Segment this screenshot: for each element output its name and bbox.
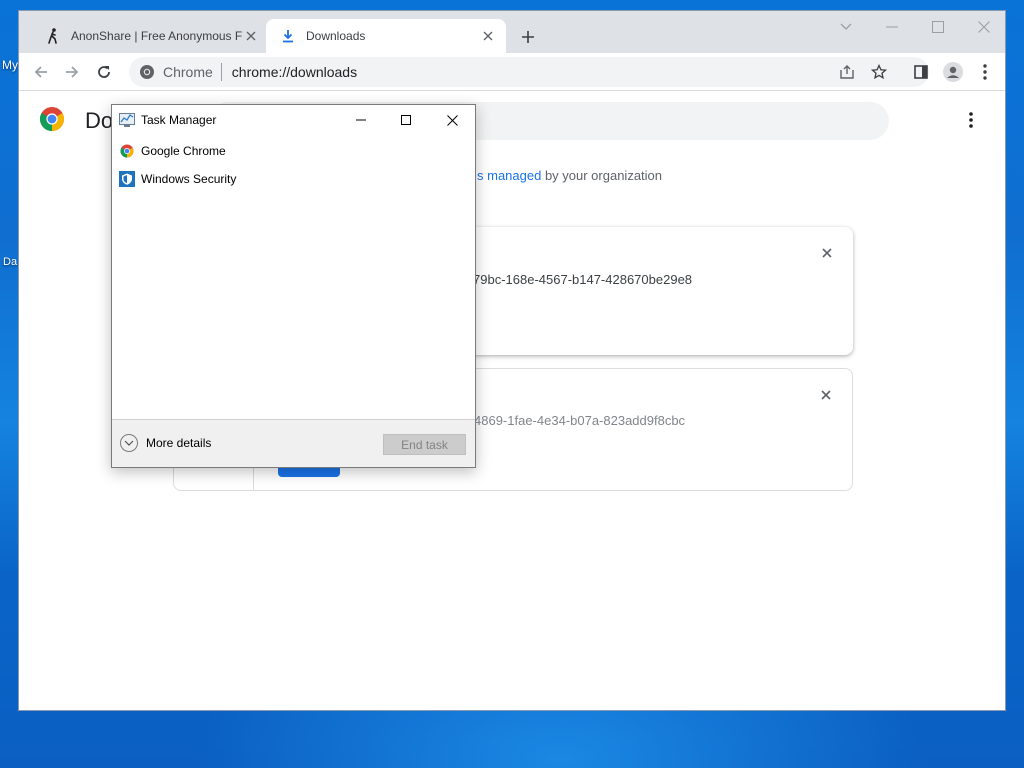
- browser-toolbar: Chrome chrome://downloads: [19, 53, 1005, 91]
- maximize-button[interactable]: [923, 16, 953, 38]
- side-panel-icon[interactable]: [909, 60, 933, 84]
- process-list: Google Chrome Windows Security: [112, 137, 475, 193]
- process-row[interactable]: Windows Security: [112, 165, 475, 193]
- chrome-menu-icon[interactable]: [973, 60, 997, 84]
- profile-avatar-icon[interactable]: [941, 60, 965, 84]
- managed-link[interactable]: s managed: [477, 168, 541, 183]
- managed-text: by your organization: [541, 168, 663, 183]
- omnibox-divider: [220, 63, 222, 81]
- tm-maximize-button[interactable]: [383, 105, 429, 135]
- new-tab-button[interactable]: [517, 26, 539, 48]
- task-manager-icon: [119, 113, 135, 127]
- task-manager-window: Task Manager Google Chrome Windows Secur…: [111, 104, 476, 468]
- remove-download-icon[interactable]: [815, 241, 839, 265]
- tab-title: Downloads: [306, 29, 366, 43]
- remove-download-icon[interactable]: [814, 383, 838, 407]
- download-filename[interactable]: 79bc-168e-4567-b147-428670be29e8: [473, 272, 692, 287]
- task-manager-title: Task Manager: [141, 113, 217, 127]
- page-title: Do: [85, 108, 114, 133]
- desktop-icon-label[interactable]: My: [2, 58, 18, 72]
- close-tab-icon[interactable]: [480, 28, 496, 44]
- process-name: Windows Security: [141, 172, 237, 186]
- desktop-icon-label[interactable]: Da: [3, 256, 17, 268]
- site-chip-label: Chrome: [163, 64, 213, 80]
- chevron-down-icon: [120, 434, 138, 452]
- forward-button[interactable]: [60, 60, 84, 84]
- chrome-icon: [119, 143, 135, 159]
- close-window-button[interactable]: [969, 16, 999, 38]
- minimize-button[interactable]: [877, 16, 907, 38]
- end-task-button[interactable]: End task: [383, 434, 466, 455]
- back-button[interactable]: [29, 60, 53, 84]
- address-bar[interactable]: Chrome chrome://downloads: [129, 57, 929, 87]
- url-text[interactable]: chrome://downloads: [232, 64, 357, 80]
- task-manager-footer: More details End task: [112, 419, 475, 467]
- walking-person-icon: [45, 28, 61, 44]
- reload-button[interactable]: [92, 60, 116, 84]
- tab-downloads[interactable]: Downloads: [266, 19, 506, 53]
- tm-minimize-button[interactable]: [338, 105, 384, 135]
- tab-title: AnonShare | Free Anonymous Fil: [71, 29, 243, 43]
- download-icon: [280, 28, 296, 44]
- chrome-logo-icon: [39, 107, 65, 131]
- chrome-icon: [140, 65, 154, 79]
- chrome-site-chip[interactable]: Chrome: [139, 64, 213, 80]
- bookmark-star-icon[interactable]: [867, 60, 891, 84]
- tab-strip: AnonShare | Free Anonymous Fil Downloads: [19, 11, 1005, 53]
- tab-search-icon[interactable]: [831, 16, 861, 38]
- downloads-menu-icon[interactable]: [961, 108, 981, 132]
- share-icon[interactable]: [835, 60, 859, 84]
- download-action-button[interactable]: [278, 467, 340, 477]
- managed-notice: s managed by your organization: [477, 168, 662, 183]
- download-filename[interactable]: 4869-1fae-4e34-b07a-823add9f8cbc: [474, 413, 685, 428]
- close-tab-icon[interactable]: [243, 28, 259, 44]
- task-manager-titlebar[interactable]: Task Manager: [112, 105, 475, 135]
- process-name: Google Chrome: [141, 144, 226, 158]
- more-details-toggle[interactable]: More details: [120, 434, 211, 452]
- tm-close-button[interactable]: [429, 105, 475, 135]
- more-details-label: More details: [146, 436, 212, 450]
- tab-anonshare[interactable]: AnonShare | Free Anonymous Fil: [31, 19, 269, 53]
- process-row[interactable]: Google Chrome: [112, 137, 475, 165]
- windows-security-icon: [119, 171, 135, 187]
